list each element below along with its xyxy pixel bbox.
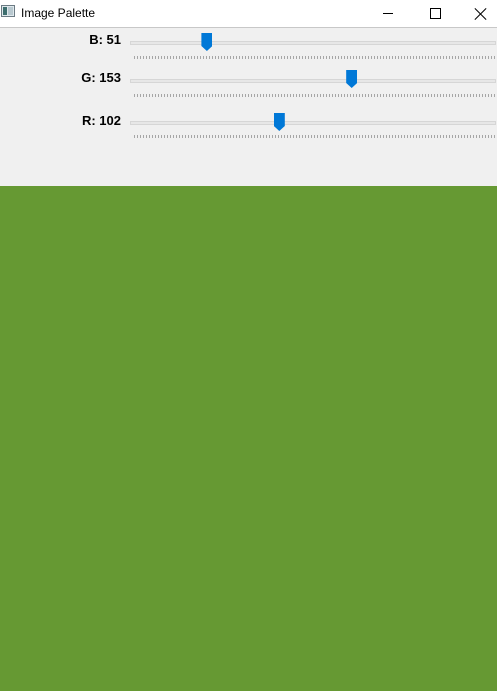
slider-ticks-g — [134, 94, 496, 97]
slider-thumb-r[interactable] — [273, 113, 285, 131]
slider-thumb-g[interactable] — [346, 70, 358, 88]
close-icon — [475, 8, 487, 20]
maximize-button[interactable] — [412, 0, 458, 27]
slider-row-b: B: 51 — [0, 32, 497, 62]
slider-track-b[interactable] — [130, 41, 496, 45]
slider-row-r: R: 102 — [0, 113, 497, 143]
title-bar: Image Palette — [0, 0, 497, 28]
maximize-icon — [429, 8, 441, 19]
slider-label-b: B: 51 — [89, 32, 121, 47]
slider-label-g: G: 153 — [81, 70, 121, 85]
slider-thumb-b[interactable] — [201, 33, 213, 51]
slider-ticks-r — [134, 135, 496, 138]
close-button[interactable] — [458, 0, 497, 27]
slider-track-g[interactable] — [130, 79, 496, 83]
slider-ticks-b — [134, 56, 496, 59]
slider-row-g: G: 153 — [0, 70, 497, 100]
color-preview — [0, 186, 497, 691]
window-title: Image Palette — [21, 6, 96, 20]
slider-track-r[interactable] — [130, 121, 496, 125]
slider-label-r: R: 102 — [81, 113, 121, 128]
minimize-icon — [383, 13, 393, 14]
control-panel: B: 51 G: 153 R: 102 — [0, 28, 497, 186]
app-window-icon — [1, 5, 15, 17]
minimize-button[interactable] — [365, 0, 411, 27]
